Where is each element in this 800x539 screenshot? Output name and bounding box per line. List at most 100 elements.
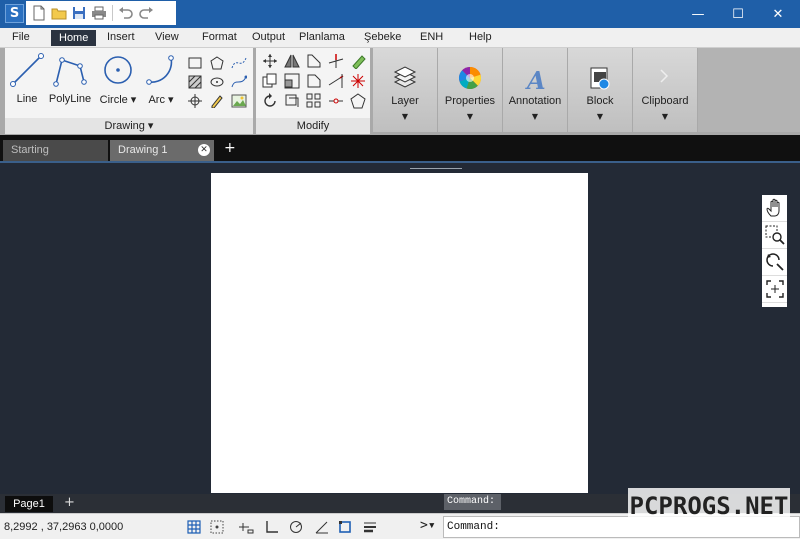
annotation-icon: A	[525, 66, 546, 92]
object-snap-tracking-icon[interactable]	[314, 519, 330, 535]
menu-planlama[interactable]: Planlama	[299, 31, 345, 43]
drawing-panel-title[interactable]: Drawing ▾	[5, 118, 253, 134]
curve-icon[interactable]	[230, 73, 248, 91]
polar-tracking-icon[interactable]	[288, 519, 304, 535]
line-tool[interactable]: Line	[5, 52, 49, 105]
add-tab-button[interactable]: +	[224, 140, 236, 156]
properties-dropdown-icon: ▼	[466, 112, 474, 121]
menu-insert[interactable]: Insert	[107, 31, 135, 43]
tab-drawing-1-label: Drawing 1	[118, 144, 168, 156]
polyline-tool-label: PolyLine	[48, 93, 92, 105]
ribbon: Line PolyLine Circle ▾ Arc ▾ Drawing ▾ M…	[0, 48, 800, 135]
clipboard-label: Clipboard	[641, 95, 689, 107]
line-icon	[10, 53, 44, 87]
polyline-tool[interactable]: PolyLine	[47, 52, 93, 105]
zoom-extents-icon[interactable]	[762, 276, 787, 303]
fillet-icon[interactable]	[305, 52, 323, 70]
tab-page1[interactable]: Page1	[5, 496, 53, 512]
ortho-icon[interactable]	[264, 519, 280, 535]
cursor-coordinates: 8,2992 , 37,2963 0,0000	[4, 521, 124, 533]
tab-drawing-1[interactable]: Drawing 1 ✕	[110, 140, 214, 161]
point-icon[interactable]	[186, 92, 204, 110]
chevron-right-icon	[660, 69, 669, 83]
spline-icon[interactable]	[230, 54, 248, 72]
offset-icon[interactable]	[283, 92, 301, 110]
rotate-icon[interactable]	[261, 92, 279, 110]
circle-tool[interactable]: Circle ▾	[97, 52, 139, 106]
menu-output[interactable]: Output	[252, 31, 285, 43]
color-wheel-icon	[458, 66, 482, 90]
layer-icon	[393, 66, 417, 88]
maximize-button[interactable]: ☐	[718, 0, 758, 28]
app-logo[interactable]: S	[5, 4, 24, 23]
add-page-button[interactable]: +	[64, 495, 75, 510]
ellipse-icon[interactable]	[208, 73, 226, 91]
menu-view[interactable]: View	[155, 31, 179, 43]
zoom-realtime-icon[interactable]	[762, 249, 787, 276]
arc-tool[interactable]: Arc ▾	[141, 52, 181, 106]
snap-icon[interactable]	[209, 519, 225, 535]
title-bar: S — ☐ ✕	[0, 0, 800, 28]
print-icon[interactable]	[90, 4, 108, 22]
block-button[interactable]: Block ▼	[568, 48, 632, 132]
chamfer-icon[interactable]	[305, 72, 323, 90]
menu-help[interactable]: Help	[469, 31, 492, 43]
close-tab-icon[interactable]: ✕	[198, 144, 210, 156]
pentagon-edit-icon[interactable]	[349, 92, 367, 110]
layer-label: Layer	[391, 95, 419, 107]
redo-icon[interactable]	[137, 4, 155, 22]
block-icon	[590, 67, 610, 90]
properties-button[interactable]: Properties ▼	[438, 48, 502, 132]
mirror-icon[interactable]	[283, 52, 301, 70]
svg-text:A: A	[525, 66, 546, 92]
scale-icon[interactable]	[283, 72, 301, 90]
break-icon[interactable]	[327, 92, 345, 110]
lineweight-icon[interactable]	[362, 519, 378, 535]
command-prompt-dropdown[interactable]: >▾	[420, 518, 436, 533]
copy-icon[interactable]	[261, 72, 279, 90]
array-icon[interactable]	[305, 92, 323, 110]
explode-icon[interactable]	[349, 72, 367, 90]
edit-pencil-icon[interactable]	[208, 92, 226, 110]
new-file-icon[interactable]	[30, 4, 48, 22]
trim-icon[interactable]	[327, 52, 345, 70]
osnap-icon[interactable]	[337, 519, 353, 535]
eraser-icon[interactable]	[349, 52, 367, 70]
grid-icon[interactable]	[186, 519, 202, 535]
document-tab-bar: Starting Drawing 1 ✕ +	[0, 135, 800, 161]
rectangle-icon[interactable]	[186, 54, 204, 72]
open-folder-icon[interactable]	[50, 4, 68, 22]
annotation-dropdown-icon: ▼	[531, 112, 539, 121]
move-icon[interactable]	[261, 52, 279, 70]
annotation-button[interactable]: A Annotation ▼	[503, 48, 567, 132]
close-button[interactable]: ✕	[758, 0, 798, 28]
clipboard-button[interactable]: Clipboard ▼	[633, 48, 697, 132]
extend-icon[interactable]	[327, 72, 345, 90]
drawing-canvas[interactable]	[0, 161, 800, 494]
zoom-window-icon[interactable]	[762, 222, 787, 249]
arc-icon	[146, 55, 174, 85]
pan-hand-icon[interactable]	[762, 195, 787, 222]
polyline-icon	[53, 57, 87, 87]
undo-icon[interactable]	[117, 4, 135, 22]
polygon-icon[interactable]	[208, 54, 226, 72]
properties-label: Properties	[444, 95, 496, 107]
save-icon[interactable]	[70, 4, 88, 22]
block-dropdown-icon: ▼	[596, 112, 604, 121]
drawing-panel: Line PolyLine Circle ▾ Arc ▾ Drawing ▾	[5, 48, 253, 134]
menu-sebeke[interactable]: Şebeke	[364, 31, 401, 43]
navigation-bar	[762, 195, 787, 307]
tab-starting[interactable]: Starting	[3, 140, 108, 161]
minimize-button[interactable]: —	[678, 0, 718, 28]
modify-panel: Modify	[256, 48, 370, 134]
menu-home[interactable]: Home	[51, 30, 97, 46]
image-icon[interactable]	[230, 92, 248, 110]
menu-enh[interactable]: ENH	[420, 31, 443, 43]
paper-sheet[interactable]	[211, 173, 588, 493]
menu-file[interactable]: File	[12, 31, 30, 43]
menu-format[interactable]: Format	[202, 31, 237, 43]
layer-button[interactable]: Layer ▼	[373, 48, 437, 132]
circle-icon	[104, 56, 132, 84]
hatch-icon[interactable]	[186, 73, 204, 91]
dynamic-input-icon[interactable]	[238, 519, 254, 535]
